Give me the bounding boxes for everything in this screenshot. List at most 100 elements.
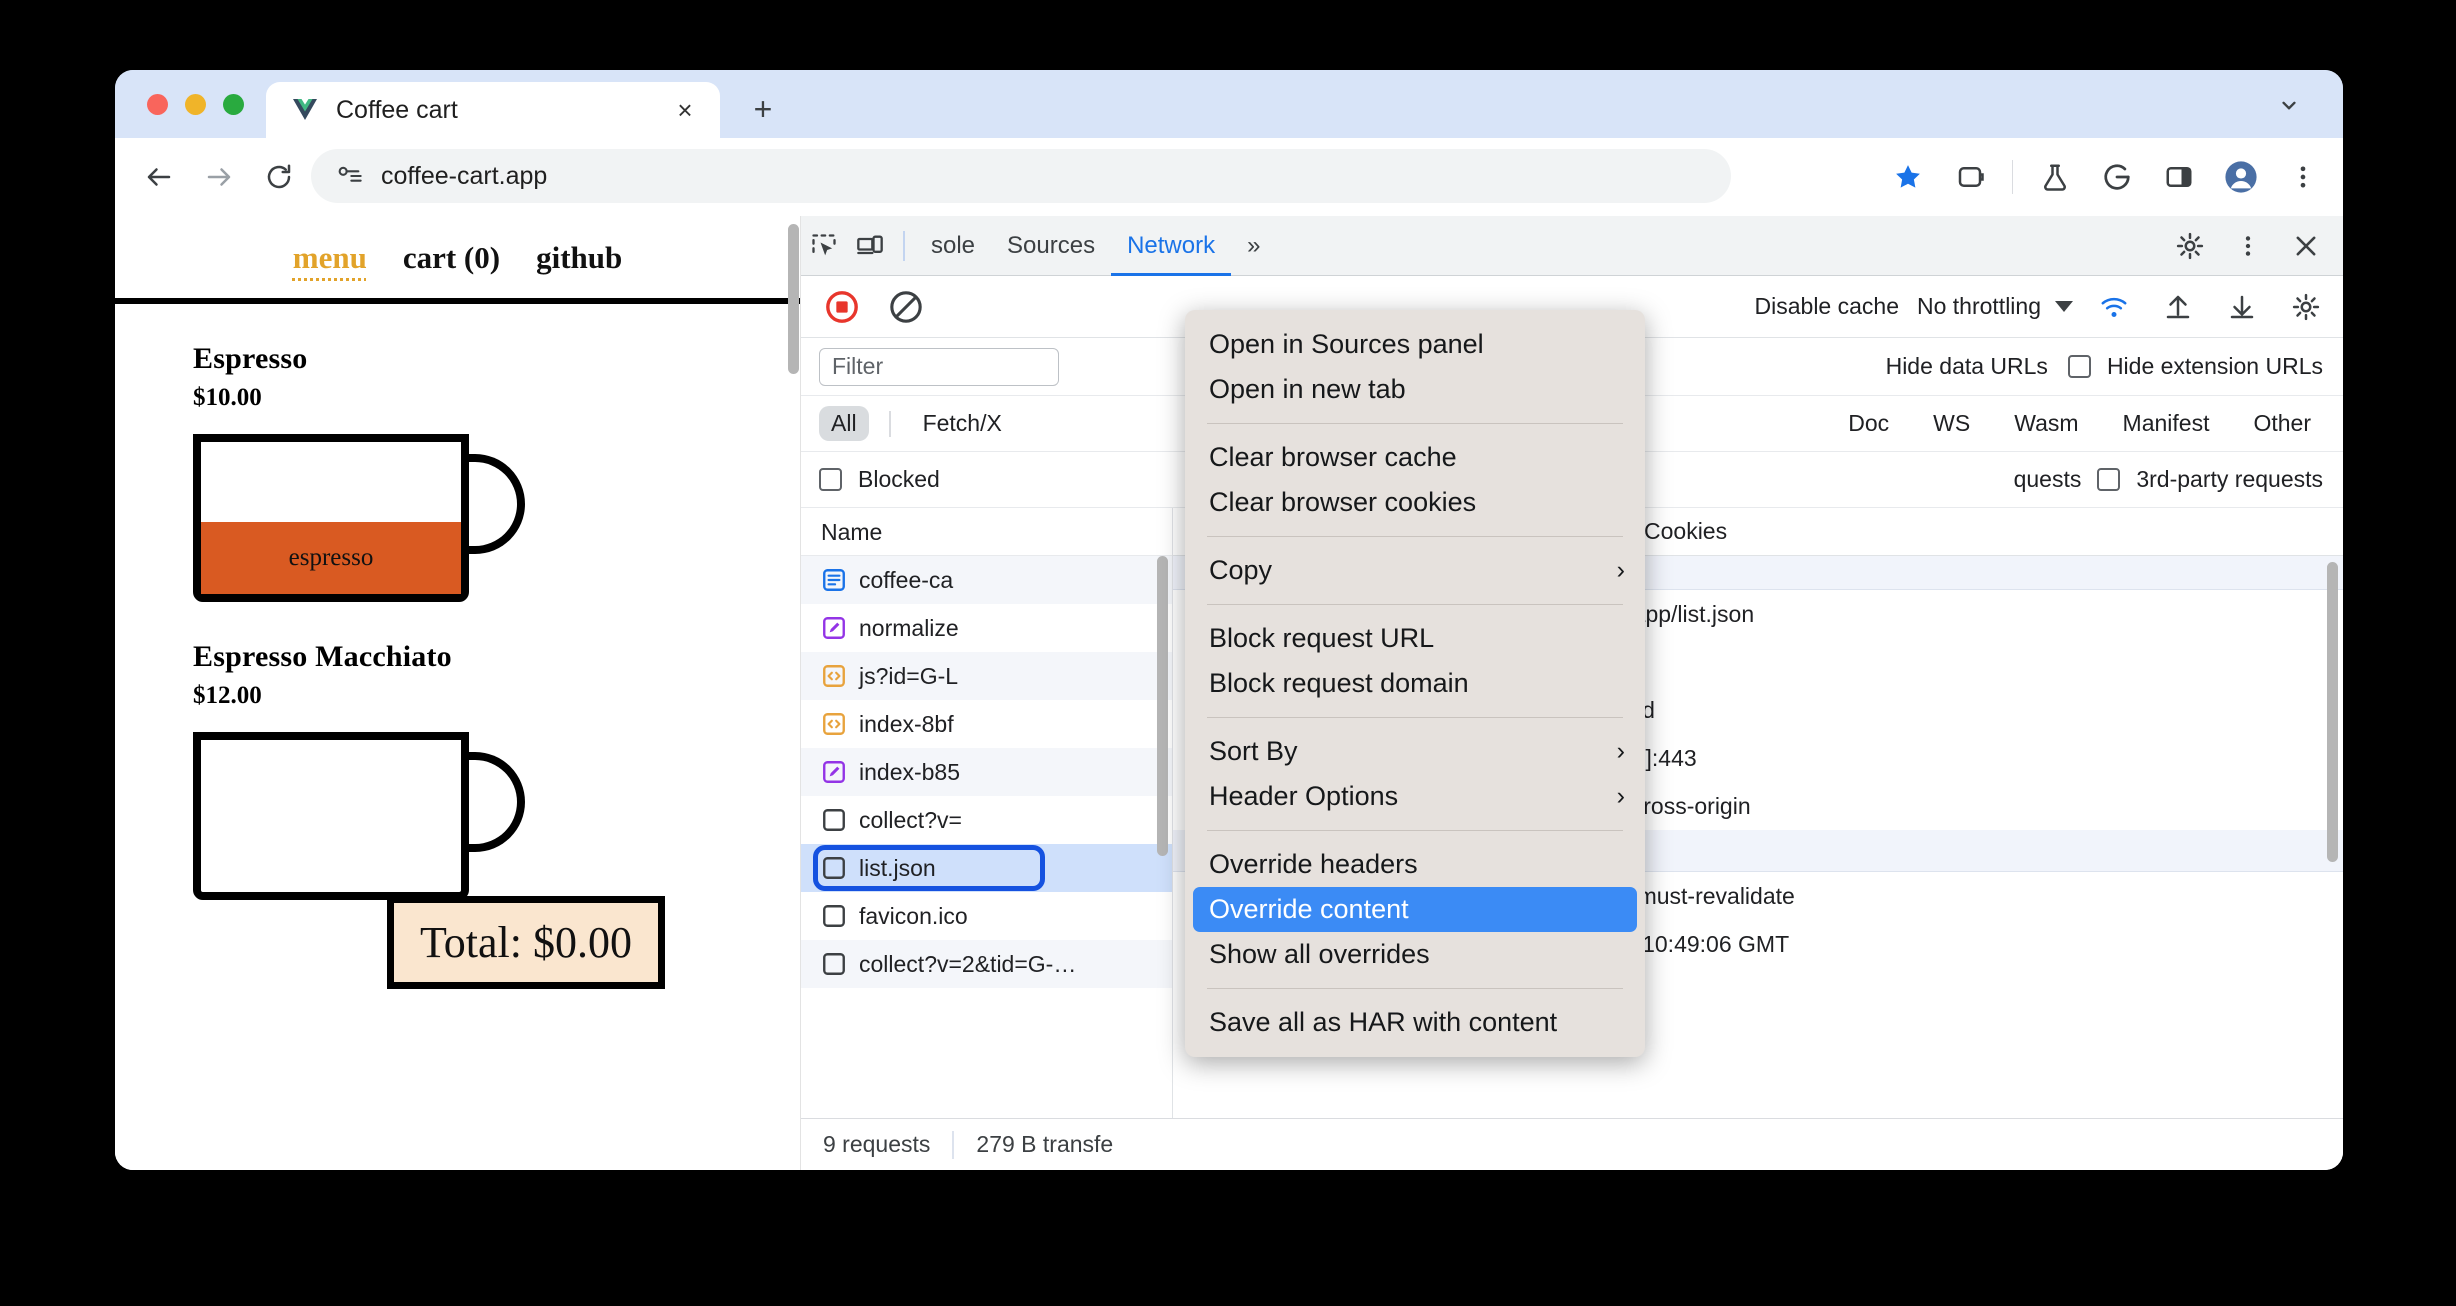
coffee-cup-icon[interactable]: espresso	[193, 434, 525, 602]
record-stop-icon[interactable]	[819, 285, 865, 329]
type-filter-ws[interactable]: WS	[1921, 406, 1982, 441]
table-row[interactable]: collect?v=2&tid=G-…	[801, 940, 1172, 988]
tab-console[interactable]: sole	[915, 216, 991, 276]
third-party-requests-label[interactable]: 3rd-party requests	[2136, 466, 2323, 493]
address-bar[interactable]: coffee-cart.app	[311, 149, 1731, 203]
more-menu-icon[interactable]	[2283, 157, 2323, 197]
third-party-requests-checkbox[interactable]	[2097, 468, 2121, 491]
network-settings-icon[interactable]	[2283, 285, 2329, 329]
menu-item-label: Open in Sources panel	[1209, 329, 1484, 359]
table-row[interactable]: index-8bf	[801, 700, 1172, 748]
menu-item-show-all-overrides[interactable]: Show all overrides	[1185, 932, 1645, 977]
profile-icon[interactable]	[2221, 157, 2261, 197]
reload-icon[interactable]	[257, 155, 301, 199]
scrollbar-thumb[interactable]	[2327, 562, 2338, 862]
tab-cookies[interactable]: Cookies	[1644, 518, 1727, 545]
back-icon[interactable]	[137, 155, 181, 199]
table-row[interactable]: coffee-ca	[801, 556, 1172, 604]
scrollbar-thumb[interactable]	[788, 224, 799, 374]
column-header-name[interactable]: Name	[801, 508, 1172, 556]
extensions-icon[interactable]	[1950, 157, 1990, 197]
tab-sources[interactable]: Sources	[991, 216, 1111, 276]
type-filter-wasm[interactable]: Wasm	[2002, 406, 2090, 441]
close-window-button[interactable]	[147, 94, 168, 115]
disable-cache-label[interactable]: Disable cache	[1755, 293, 1899, 320]
bookmark-star-icon[interactable]	[1888, 157, 1928, 197]
menu-item-open-in-new-tab[interactable]: Open in new tab	[1185, 367, 1645, 412]
table-row[interactable]: collect?v=	[801, 796, 1172, 844]
export-har-icon[interactable]	[2219, 285, 2265, 329]
menu-item-block-request-url[interactable]: Block request URL	[1185, 616, 1645, 661]
menu-item-override-headers[interactable]: Override headers	[1185, 842, 1645, 887]
transferred-size: 279 B transfe	[976, 1131, 1114, 1157]
nav-link-menu[interactable]: menu	[293, 240, 367, 276]
menu-divider	[1207, 423, 1623, 424]
maximize-window-button[interactable]	[223, 94, 244, 115]
table-row[interactable]: index-b85	[801, 748, 1172, 796]
nav-link-github[interactable]: github	[536, 240, 622, 276]
menu-item-clear-browser-cookies[interactable]: Clear browser cookies	[1185, 480, 1645, 525]
import-har-icon[interactable]	[2155, 285, 2201, 329]
table-row-selected[interactable]: list.json	[801, 844, 1172, 892]
forward-icon[interactable]	[197, 155, 241, 199]
nav-link-cart[interactable]: cart (0)	[403, 240, 500, 276]
browser-tab[interactable]: Coffee cart ×	[266, 82, 720, 138]
menu-item-override-content[interactable]: Override content	[1193, 887, 1637, 932]
product-card-macchiato[interactable]: Espresso Macchiato $12.00	[115, 640, 800, 900]
minimize-window-button[interactable]	[185, 94, 206, 115]
blocked-requests-checkbox[interactable]	[819, 468, 842, 491]
table-row[interactable]: normalize	[801, 604, 1172, 652]
coffee-cup-icon[interactable]	[193, 732, 525, 900]
cup-handle	[461, 454, 525, 554]
close-icon[interactable]: ×	[670, 95, 700, 125]
chevron-down-icon[interactable]	[2269, 92, 2309, 126]
type-filter-other[interactable]: Other	[2241, 406, 2323, 441]
inspect-element-icon[interactable]	[801, 224, 847, 268]
type-filter-doc[interactable]: Doc	[1836, 406, 1901, 441]
product-card-espresso[interactable]: Espresso $10.00 espresso	[115, 342, 800, 602]
type-filter-fetch-xhr[interactable]: Fetch/X	[911, 406, 1014, 441]
site-settings-icon[interactable]	[335, 162, 363, 190]
request-name: collect?v=	[859, 806, 962, 833]
hide-extension-urls-label[interactable]: Hide extension URLs	[2107, 353, 2323, 380]
table-row[interactable]: favicon.ico	[801, 892, 1172, 940]
menu-item-header-options[interactable]: Header Options ›	[1185, 774, 1645, 819]
menu-item-sort-by[interactable]: Sort By ›	[1185, 729, 1645, 774]
type-filter-manifest[interactable]: Manifest	[2111, 406, 2222, 441]
menu-item-clear-browser-cache[interactable]: Clear browser cache	[1185, 435, 1645, 480]
blocked-requests-label[interactable]: Blocked	[858, 466, 940, 493]
hide-data-urls-label[interactable]: Hide data URLs	[1886, 353, 2048, 380]
detail-scrollbar[interactable]	[2327, 562, 2339, 892]
chevron-down-icon[interactable]	[2055, 301, 2073, 312]
settings-gear-icon[interactable]	[2167, 224, 2213, 268]
throttling-select[interactable]: No throttling	[1917, 293, 2073, 320]
hide-extension-urls-checkbox[interactable]	[2067, 355, 2091, 378]
generic-icon	[821, 903, 847, 929]
more-tabs-icon[interactable]: »	[1231, 216, 1276, 276]
toolbar-divider	[2012, 160, 2013, 194]
menu-item-block-request-domain[interactable]: Block request domain	[1185, 661, 1645, 706]
google-icon[interactable]	[2097, 157, 2137, 197]
menu-item-save-all-as-har-with-content[interactable]: Save all as HAR with content	[1185, 1000, 1645, 1045]
window-controls[interactable]	[147, 94, 244, 115]
chevron-right-icon: ›	[1616, 782, 1625, 810]
device-toolbar-icon[interactable]	[847, 224, 893, 268]
network-conditions-icon[interactable]	[2091, 285, 2137, 329]
table-row[interactable]: js?id=G-L	[801, 652, 1172, 700]
close-icon[interactable]	[2283, 224, 2329, 268]
menu-item-label: Save all as HAR with content	[1209, 1007, 1558, 1037]
clear-icon[interactable]	[883, 285, 929, 329]
new-tab-button[interactable]: +	[745, 92, 781, 128]
page-scrollbar[interactable]	[785, 216, 799, 1170]
menu-item-copy[interactable]: Copy ›	[1185, 548, 1645, 593]
menu-item-open-in-sources-panel[interactable]: Open in Sources panel	[1185, 322, 1645, 367]
tab-network[interactable]: Network	[1111, 216, 1231, 276]
scrollbar-thumb[interactable]	[1157, 556, 1168, 856]
labs-icon[interactable]	[2035, 157, 2075, 197]
filter-input[interactable]: Filter	[819, 347, 1059, 386]
request-list-scrollbar[interactable]	[1157, 556, 1169, 896]
menu-item-label: Open in new tab	[1209, 374, 1406, 404]
more-vertical-icon[interactable]	[2225, 224, 2271, 268]
type-filter-all[interactable]: All	[819, 406, 869, 441]
side-panel-icon[interactable]	[2159, 157, 2199, 197]
